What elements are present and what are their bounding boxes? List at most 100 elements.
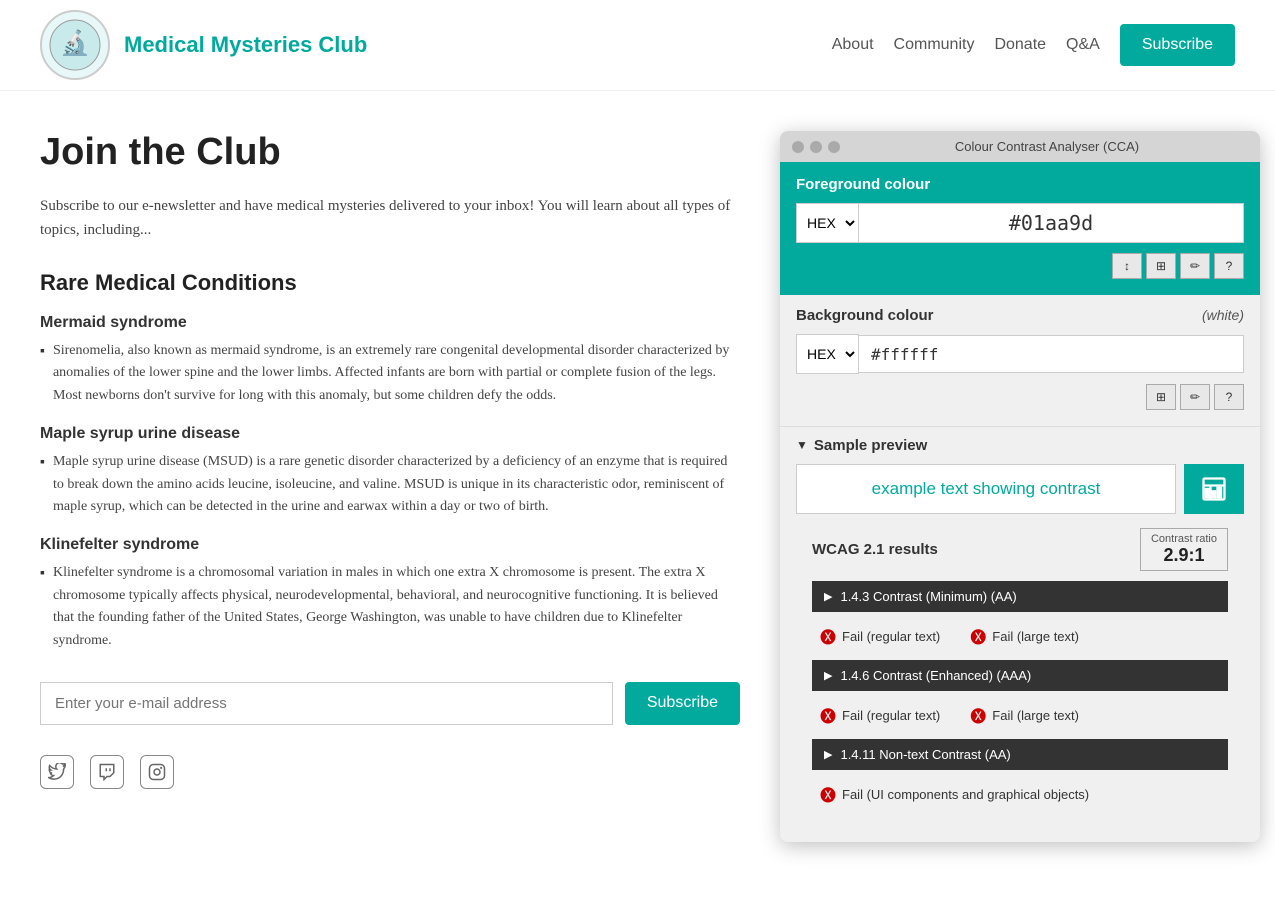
cca-panel: Colour Contrast Analyser (CCA) Foregroun… [780,131,1260,842]
cca-title: Colour Contrast Analyser (CCA) [846,139,1248,154]
condition-list-0: Sirenomelia, also known as mermaid syndr… [40,340,740,407]
background-help-btn[interactable]: ? [1214,384,1244,410]
preview-section: ▼ Sample preview example text showing co… [780,426,1260,842]
list-item: Maple syrup urine disease (MSUD) is a ra… [40,451,740,518]
background-hex-row: HEX [796,334,1244,374]
left-content: Join the Club Subscribe to our e-newslet… [40,131,740,842]
wcag-section: WCAG 2.1 results Contrast ratio 2.9:1 ▶ … [796,528,1244,830]
section-title: Rare Medical Conditions [40,270,740,296]
result-item-0-0: 🅧 Fail (regular text) [820,624,940,648]
foreground-picker-btn[interactable]: ⊞ [1146,253,1176,279]
wcag-header-row: WCAG 2.1 results Contrast ratio 2.9:1 [812,528,1228,571]
foreground-label: Foreground colour [796,176,1244,193]
wcag-rule-1[interactable]: ▶ 1.4.6 Contrast (Enhanced) (AAA) [812,660,1228,691]
contrast-ratio-value: 2.9:1 [1151,545,1217,566]
preview-triangle-icon: ▼ [796,438,808,453]
nav-donate[interactable]: Donate [994,36,1046,54]
list-item-text: Sirenomelia, also known as mermaid syndr… [53,340,740,407]
wcag-result-row-2: 🅧 Fail (UI components and graphical obje… [812,776,1228,814]
background-section: Background colour (white) HEX ⊞ ✏ ? [780,295,1260,426]
condition-list-2: Klinefelter syndrome is a chromosomal va… [40,562,740,652]
result-item-1-0: 🅧 Fail (regular text) [820,703,940,727]
background-tools-row: ⊞ ✏ ? [796,384,1244,410]
main-layout: Join the Club Subscribe to our e-newslet… [0,91,1275,862]
titlebar-dot-2 [810,141,822,153]
condition-list-1: Maple syrup urine disease (MSUD) is a ra… [40,451,740,518]
background-label: Background colour [796,307,934,324]
background-white-label: (white) [1202,307,1244,323]
result-item-2-0: 🅧 Fail (UI components and graphical obje… [820,782,1089,806]
nav-qa[interactable]: Q&A [1066,36,1100,54]
background-format-select[interactable]: HEX [796,334,859,374]
cca-titlebar: Colour Contrast Analyser (CCA) [780,131,1260,162]
list-item-text: Klinefelter syndrome is a chromosomal va… [53,562,740,652]
list-item-text: Maple syrup urine disease (MSUD) is a ra… [53,451,740,518]
titlebar-dot-1 [792,141,804,153]
subscribe-button[interactable]: Subscribe [625,682,740,725]
wcag-rule-2[interactable]: ▶ 1.4.11 Non-text Contrast (AA) [812,739,1228,770]
cca-window: Colour Contrast Analyser (CCA) Foregroun… [780,131,1260,842]
twitter-icon[interactable] [40,755,74,789]
svg-text:🔬: 🔬 [60,28,90,57]
preview-text-box: example text showing contrast [796,464,1176,514]
condition-title-2: Klinefelter syndrome [40,536,740,554]
background-value-input[interactable] [859,335,1244,373]
list-item: Sirenomelia, also known as mermaid syndr… [40,340,740,407]
result-item-0-1: 🅧 Fail (large text) [970,624,1079,648]
background-eyedropper-btn[interactable]: ✏ [1180,384,1210,410]
condition-title-0: Mermaid syndrome [40,314,740,332]
fail-icon: 🅧 [970,624,986,648]
foreground-format-select[interactable]: HEX [796,203,859,243]
list-item: Klinefelter syndrome is a chromosomal va… [40,562,740,652]
preview-chart-button[interactable] [1184,464,1244,514]
preview-area: example text showing contrast [796,464,1244,514]
titlebar-dot-3 [828,141,840,153]
logo-area: 🔬 Medical Mysteries Club [40,10,367,80]
background-label-row: Background colour (white) [796,307,1244,324]
nav-subscribe-button[interactable]: Subscribe [1120,24,1235,66]
result-text-0-1: Fail (large text) [992,629,1079,644]
site-title-link[interactable]: Medical Mysteries Club [124,32,367,58]
wcag-result-row-1: 🅧 Fail (regular text) 🅧 Fail (large text… [812,697,1228,735]
main-nav: About Community Donate Q&A Subscribe [832,24,1235,66]
foreground-hex-row: HEX [796,203,1244,243]
email-section: Subscribe [40,682,740,725]
result-text-0-0: Fail (regular text) [842,629,940,644]
email-input[interactable] [40,682,613,725]
instagram-icon[interactable] [140,755,174,789]
foreground-help-btn[interactable]: ? [1214,253,1244,279]
preview-label: Sample preview [814,437,927,454]
site-header: 🔬 Medical Mysteries Club About Community… [0,0,1275,91]
intro-text: Subscribe to our e-newsletter and have m… [40,194,740,242]
foreground-value-input[interactable] [859,203,1244,243]
result-text-1-0: Fail (regular text) [842,708,940,723]
rule-triangle-icon-2: ▶ [824,748,832,761]
preview-label-row: ▼ Sample preview [796,437,1244,454]
preview-sample-text: example text showing contrast [872,479,1101,499]
wcag-rule-label-2: 1.4.11 Non-text Contrast (AA) [840,747,1010,762]
social-icons [40,755,740,789]
foreground-eyedropper-btn[interactable]: ✏ [1180,253,1210,279]
foreground-tools-row: ↕ ⊞ ✏ ? [796,253,1244,279]
nav-about[interactable]: About [832,36,874,54]
rule-triangle-icon-1: ▶ [824,669,832,682]
site-logo: 🔬 [40,10,110,80]
nav-community[interactable]: Community [894,36,975,54]
result-item-1-1: 🅧 Fail (large text) [970,703,1079,727]
contrast-ratio-box: Contrast ratio 2.9:1 [1140,528,1228,571]
fail-icon: 🅧 [970,703,986,727]
result-text-2-0: Fail (UI components and graphical object… [842,787,1089,802]
foreground-section: Foreground colour HEX ↕ ⊞ ✏ ? [780,162,1260,295]
twitch-icon[interactable] [90,755,124,789]
background-picker-btn[interactable]: ⊞ [1146,384,1176,410]
fail-icon: 🅧 [820,624,836,648]
result-text-1-1: Fail (large text) [992,708,1079,723]
wcag-rule-label-1: 1.4.6 Contrast (Enhanced) (AAA) [840,668,1031,683]
wcag-title: WCAG 2.1 results [812,541,938,558]
wcag-rule-0[interactable]: ▶ 1.4.3 Contrast (Minimum) (AA) [812,581,1228,612]
condition-title-1: Maple syrup urine disease [40,425,740,443]
contrast-ratio-label: Contrast ratio [1151,533,1217,545]
foreground-swap-btn[interactable]: ↕ [1112,253,1142,279]
page-title: Join the Club [40,131,740,174]
fail-icon: 🅧 [820,703,836,727]
